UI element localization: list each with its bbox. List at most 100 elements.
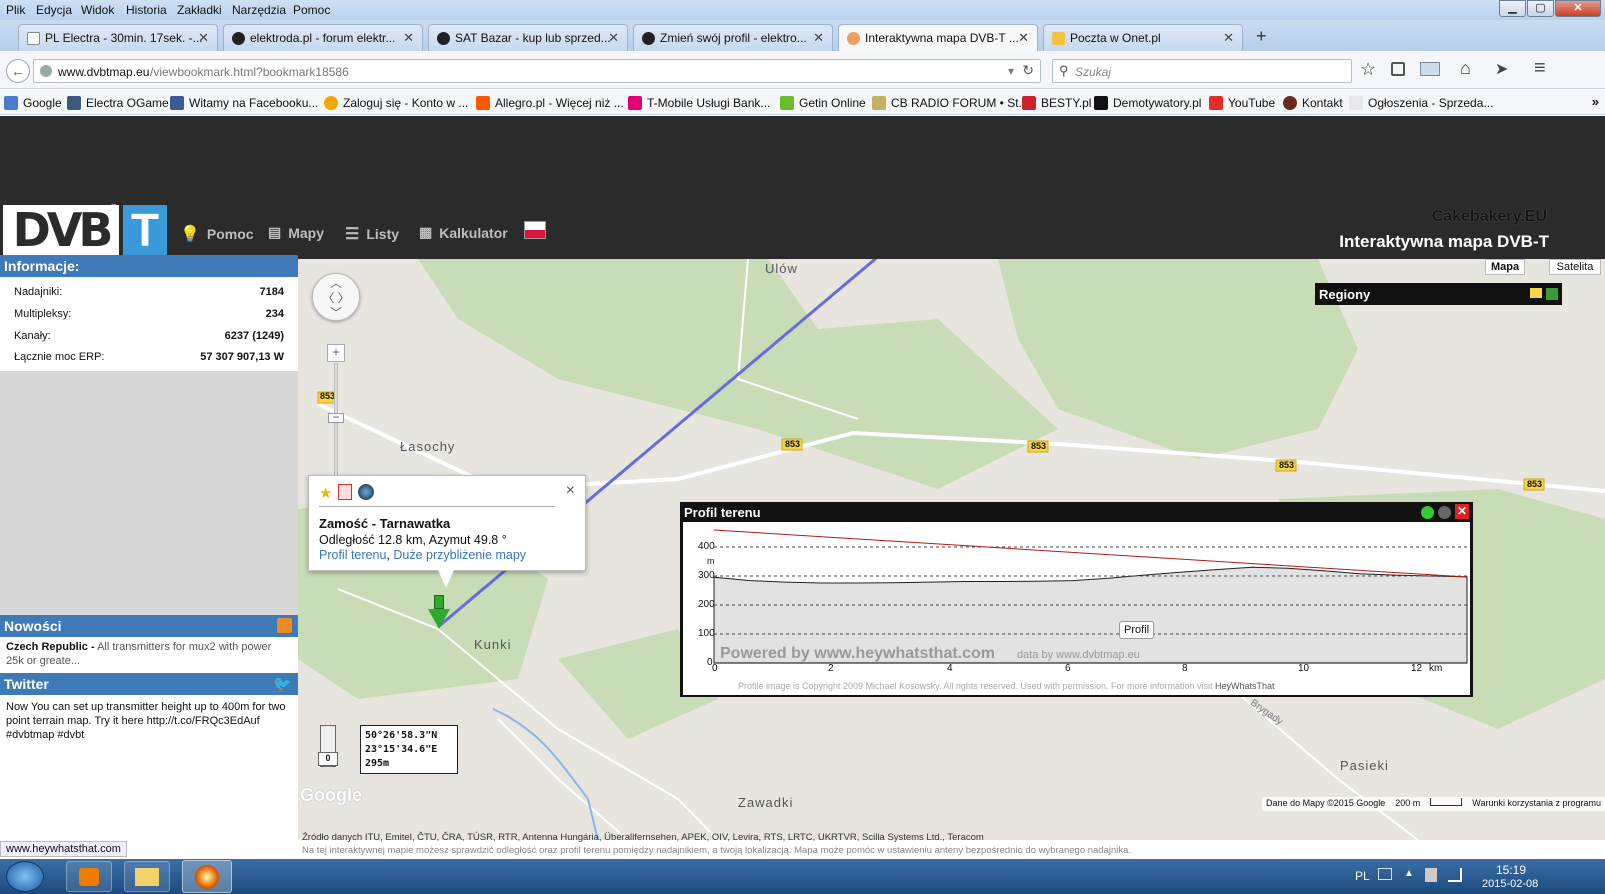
menu-historia[interactable]: Historia — [126, 3, 167, 17]
wifi-icon — [847, 32, 860, 45]
firefox-task[interactable] — [182, 860, 232, 893]
keyboard-icon[interactable] — [1378, 868, 1392, 880]
y-tick: 200 — [698, 599, 715, 610]
tab-pl-electra[interactable]: PL Electra - 30min. 17sek. -... ✕ — [18, 24, 218, 51]
network-icon[interactable] — [1448, 868, 1462, 882]
profile-title: Profil terenu — [684, 505, 761, 520]
transmitter-marker[interactable] — [428, 595, 450, 631]
nav-mapy[interactable]: ▤ Mapy — [268, 224, 324, 241]
map-canvas[interactable]: 853 853 853 853 853 Ulów Łasochy Kunki Z… — [298, 259, 1605, 840]
reading-list-icon[interactable] — [1391, 62, 1405, 76]
pan-control[interactable]: ︿ 〈 〉 ﹀ — [312, 273, 360, 321]
bookmark-electra[interactable]: Electra OGame — [67, 96, 169, 110]
pegman-slider[interactable]: 0 — [318, 725, 338, 767]
green-dot-icon[interactable] — [1421, 506, 1434, 519]
new-tab-button[interactable]: + — [1256, 26, 1267, 47]
menu-icon[interactable]: ≡ — [1534, 57, 1546, 80]
rss-icon[interactable] — [277, 618, 292, 633]
logo-registered: ® — [110, 203, 118, 214]
tab-poczta[interactable]: Poczta w Onet.pl ✕ — [1043, 24, 1243, 51]
menu-edycja[interactable]: Edycja — [36, 3, 72, 17]
clock-time[interactable]: 15:19 — [1496, 863, 1526, 877]
google-earth-icon[interactable] — [358, 484, 375, 500]
news-item[interactable]: Czech Republic - All transmitters for mu… — [0, 637, 298, 673]
bookmark-besty[interactable]: BESTY.pl — [1022, 96, 1091, 110]
dropdown-arrow-icon[interactable]: ▾ — [1008, 64, 1014, 78]
menu-plik[interactable]: Plik — [6, 3, 25, 17]
close-window-button[interactable]: ✕ — [1555, 0, 1601, 17]
popup-close-icon[interactable]: × — [566, 482, 575, 500]
left-panel: Informacje: Nadajniki: 7184 Multipleksy: 2… — [0, 255, 298, 840]
pdf-icon[interactable] — [338, 484, 353, 500]
facebook-icon — [170, 96, 184, 110]
tab-sat-bazar[interactable]: SAT Bazar - kup lub sprzed... ✕ — [428, 24, 628, 51]
profile-button[interactable]: Profil — [1119, 621, 1155, 639]
bookmark-youtube[interactable]: YouTube — [1209, 96, 1275, 110]
bookmark-google[interactable]: Google — [4, 96, 62, 110]
regions-panel[interactable]: Regiony — [1315, 283, 1562, 305]
bookmark-tmobile[interactable]: T-Mobile Usługi Bank... — [628, 96, 770, 110]
star-icon[interactable]: ★ — [319, 484, 332, 502]
menu-zakladki[interactable]: Zakładki — [177, 3, 222, 17]
url-bar[interactable]: www.dvbtmap.eu /viewbookmark.html?bookma… — [33, 59, 1041, 83]
dvbt-logo[interactable]: DVB ® T — [0, 202, 171, 259]
bookmark-getin[interactable]: Getin Online — [780, 96, 866, 110]
nav-kalkulator[interactable]: ▦ Kalkulator — [419, 224, 508, 241]
bookmark-demotywatory[interactable]: Demotywatory.pl — [1094, 96, 1201, 110]
bookmark-allegro[interactable]: Allegro.pl - Więcej niż ... — [476, 96, 624, 110]
link-profil-terenu[interactable]: Profil terenu — [319, 548, 386, 562]
polish-flag-icon[interactable] — [524, 221, 546, 239]
start-button[interactable] — [6, 861, 44, 892]
language-indicator[interactable]: PL — [1355, 869, 1370, 883]
map-terms[interactable]: Warunki korzystania z programu — [1472, 798, 1601, 810]
twitter-bird-icon[interactable]: 🐦 — [273, 675, 292, 693]
bookmark-facebook[interactable]: Witamy na Facebooku... — [170, 96, 318, 110]
menu-widok[interactable]: Widok — [81, 3, 114, 17]
minimize-button[interactable]: ▁ — [1499, 0, 1526, 17]
map-type-satelita[interactable]: Satelita — [1549, 259, 1601, 275]
tab-dvbt-map[interactable]: Interaktywna mapa DVB-T ... ✕ — [838, 24, 1038, 51]
close-tab-icon[interactable]: ✕ — [1223, 30, 1234, 46]
maximize-button[interactable]: ▢ — [1527, 0, 1554, 17]
nav-pomoc[interactable]: 💡 Pomoc — [180, 224, 254, 244]
close-tab-icon[interactable]: ✕ — [1018, 30, 1029, 46]
reload-icon[interactable]: ↻ — [1022, 62, 1034, 79]
show-hidden-icon[interactable]: ▲ — [1404, 868, 1414, 879]
nav-listy[interactable]: ☰ Listy — [345, 224, 399, 244]
expand-icon[interactable] — [1546, 288, 1558, 300]
bookmark-konto[interactable]: Zaloguj się - Konto w ... — [324, 96, 468, 110]
heywhatsthat-link[interactable]: HeyWhatsThat — [1215, 681, 1275, 691]
download-icon[interactable] — [1420, 62, 1440, 76]
place-kunki: Kunki — [474, 637, 512, 652]
besty-icon — [1022, 96, 1036, 110]
more-bookmarks-icon[interactable]: » — [1592, 94, 1599, 109]
explorer-task[interactable] — [124, 861, 170, 892]
battery-icon[interactable] — [1425, 868, 1437, 882]
tab-elektroda[interactable]: elektroda.pl - forum elektr... ✕ — [223, 24, 423, 51]
close-tab-icon[interactable]: ✕ — [198, 30, 209, 46]
close-tab-icon[interactable]: ✕ — [813, 30, 824, 46]
bookmark-cbradio[interactable]: CB RADIO FORUM • St... — [872, 96, 1029, 110]
close-tab-icon[interactable]: ✕ — [403, 30, 414, 46]
menu-narzedzia[interactable]: Narzędzia — [232, 3, 286, 17]
send-icon[interactable]: ➤ — [1495, 59, 1508, 79]
url-host: www.dvbtmap.eu — [58, 65, 150, 79]
folder-icon[interactable] — [1530, 288, 1542, 298]
link-duze-przyblizenie[interactable]: Duże przybliżenie mapy — [393, 548, 526, 562]
zoom-handle[interactable]: − — [328, 411, 344, 423]
close-tab-icon[interactable]: ✕ — [608, 30, 619, 46]
back-button[interactable]: ← — [6, 59, 30, 83]
bookmark-olx[interactable]: Ogłoszenia - Sprzeda... — [1349, 96, 1493, 110]
close-profile-icon[interactable]: ✕ — [1455, 504, 1469, 519]
media-player-task[interactable] — [66, 861, 112, 892]
gray-dot-icon[interactable] — [1438, 506, 1451, 519]
menu-pomoc[interactable]: Pomoc — [293, 3, 330, 17]
star-bookmark-icon[interactable]: ☆ — [1360, 59, 1376, 80]
bookmark-kontakt[interactable]: Kontakt — [1283, 96, 1343, 110]
zoom-in-button[interactable]: + — [327, 344, 345, 362]
map-type-mapa[interactable]: Mapa — [1485, 259, 1525, 275]
search-box[interactable]: ⚲ Szukaj — [1052, 59, 1352, 83]
tab-profil[interactable]: Zmień swój profil - elektro... ✕ — [633, 24, 833, 51]
home-icon[interactable]: ⌂ — [1460, 58, 1471, 79]
clock-date[interactable]: 2015-02-08 — [1482, 878, 1538, 890]
